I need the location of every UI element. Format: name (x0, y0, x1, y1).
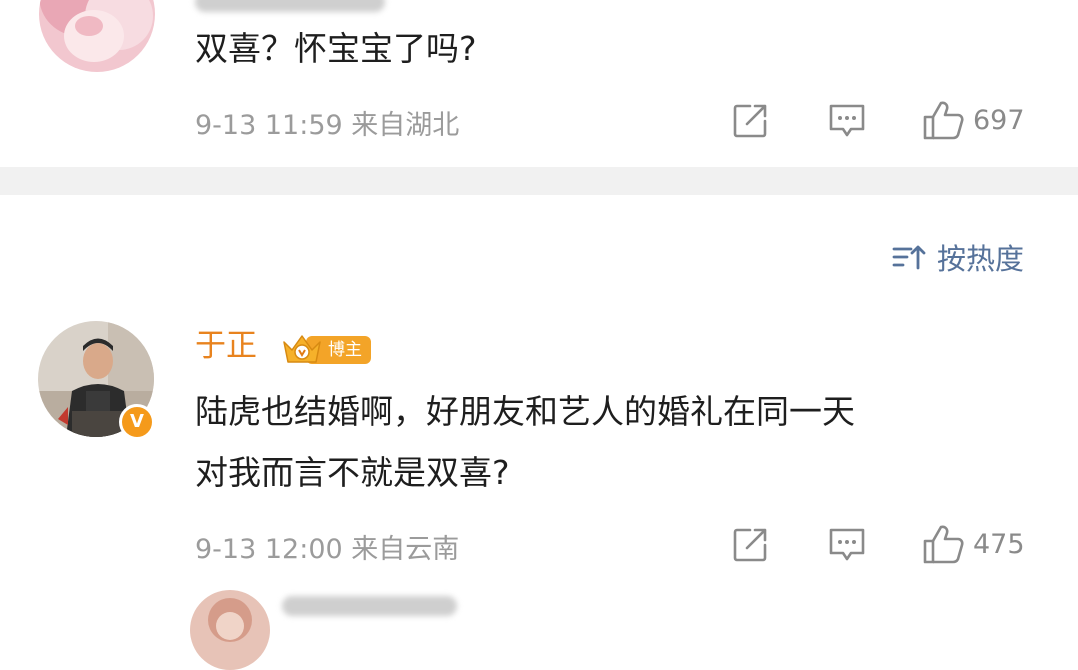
blurred-username (282, 596, 457, 616)
comment-icon (829, 528, 865, 561)
reply-button[interactable] (827, 102, 867, 140)
share-button[interactable] (730, 101, 770, 141)
avatar[interactable] (39, 0, 155, 72)
reply-button[interactable] (827, 526, 867, 564)
like-button[interactable]: 475 (921, 523, 1025, 565)
comment-meta: 9-13 11:59 来自湖北 (195, 110, 460, 141)
comment-icon (829, 104, 865, 137)
avatar[interactable] (190, 590, 270, 670)
sort-by-hot-button[interactable]: 按热度 (891, 236, 1024, 278)
share-icon (733, 104, 767, 138)
share-button[interactable] (730, 525, 770, 565)
thumbs-up-icon (923, 525, 964, 564)
verified-badge-icon: V (119, 404, 155, 440)
comment-text-line-2: 对我而言不就是双喜? (195, 453, 510, 492)
comment-text: 双喜？怀宝宝了吗? (195, 29, 477, 68)
comment-text-line-1: 陆虎也结婚啊，好朋友和艺人的婚礼在同一天 (195, 392, 855, 431)
crown-icon (283, 335, 321, 363)
sort-label: 按热度 (937, 242, 1025, 276)
thumbs-up-icon (923, 101, 964, 140)
like-button[interactable]: 697 (921, 99, 1025, 141)
blogger-badge: 博主 (278, 330, 371, 370)
section-divider (0, 167, 1078, 195)
like-count: 475 (973, 528, 1025, 560)
author-name[interactable]: 于正 (195, 326, 257, 366)
sort-icon (892, 245, 926, 270)
share-icon (733, 528, 767, 562)
like-count: 697 (973, 104, 1025, 136)
blurred-username (195, 0, 385, 12)
comment-meta: 9-13 12:00 来自云南 (195, 534, 460, 565)
